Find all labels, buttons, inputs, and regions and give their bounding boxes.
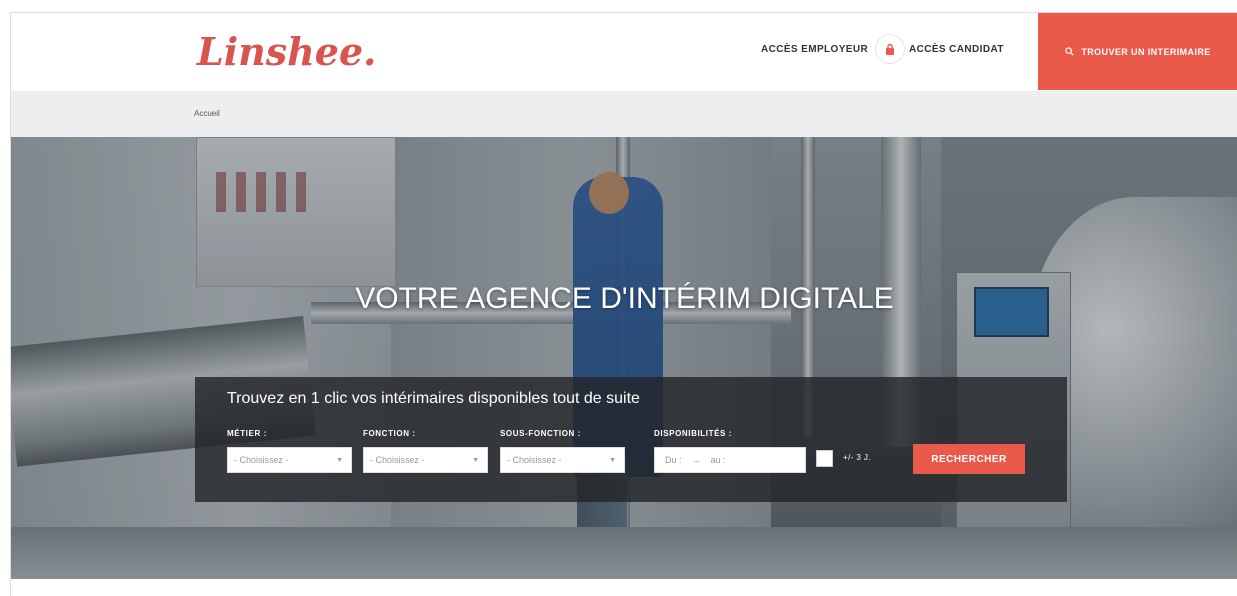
find-temp-worker-label: TROUVER UN INTERIMAIRE xyxy=(1081,46,1211,57)
chevron-down-icon: ▼ xyxy=(336,456,343,464)
breadcrumb-home-link[interactable]: Accueil xyxy=(194,109,220,118)
fonction-label: FONCTION : xyxy=(363,429,416,438)
tolerance-checkbox[interactable] xyxy=(816,450,833,467)
find-temp-worker-button[interactable]: TROUVER UN INTERIMAIRE xyxy=(1038,13,1237,90)
breadcrumb: Accueil xyxy=(11,91,1237,137)
metier-label: MÉTIER : xyxy=(227,429,267,438)
search-button[interactable]: RECHERCHER xyxy=(913,444,1025,474)
site-header: Linshee. ACCÈS EMPLOYEUR ACCÈS CANDIDAT … xyxy=(11,13,1237,91)
metier-select[interactable]: - Choisissez - ▼ xyxy=(227,447,352,473)
date-from-input[interactable]: Du : xyxy=(665,455,682,465)
logo[interactable]: Linshee. xyxy=(197,29,376,74)
date-to-input[interactable]: au : xyxy=(711,455,726,465)
availability-date-range[interactable]: Du : → au : xyxy=(654,447,806,473)
fonction-select-value: - Choisissez - xyxy=(370,455,425,465)
employer-access-link[interactable]: ACCÈS EMPLOYEUR xyxy=(761,44,868,55)
search-icon xyxy=(1065,47,1074,56)
page: Linshee. ACCÈS EMPLOYEUR ACCÈS CANDIDAT … xyxy=(10,12,1237,596)
search-panel-title: Trouvez en 1 clic vos intérimaires dispo… xyxy=(227,390,640,407)
sous-fonction-label: SOUS-FONCTION : xyxy=(500,429,581,438)
chevron-down-icon: ▼ xyxy=(472,456,479,464)
sous-fonction-select-value: - Choisissez - xyxy=(507,455,562,465)
chevron-down-icon: ▼ xyxy=(609,456,616,464)
fonction-select[interactable]: - Choisissez - ▼ xyxy=(363,447,488,473)
page-bottom xyxy=(11,579,1237,596)
sous-fonction-select[interactable]: - Choisissez - ▼ xyxy=(500,447,625,473)
hero-title: VOTRE AGENCE D'INTÉRIM DIGITALE xyxy=(355,282,894,315)
search-panel: Trouvez en 1 clic vos intérimaires dispo… xyxy=(195,377,1067,502)
hero-banner: VOTRE AGENCE D'INTÉRIM DIGITALE Trouvez … xyxy=(11,137,1237,579)
arrow-right-icon: → xyxy=(691,455,701,465)
candidate-access-link[interactable]: ACCÈS CANDIDAT xyxy=(909,44,1004,55)
tolerance-label: +/- 3 J. xyxy=(843,453,871,462)
availability-label: DISPONIBILITÉS : xyxy=(654,429,733,438)
metier-select-value: - Choisissez - xyxy=(234,455,289,465)
hero-overlay xyxy=(11,137,1237,579)
lock-icon xyxy=(875,34,905,64)
